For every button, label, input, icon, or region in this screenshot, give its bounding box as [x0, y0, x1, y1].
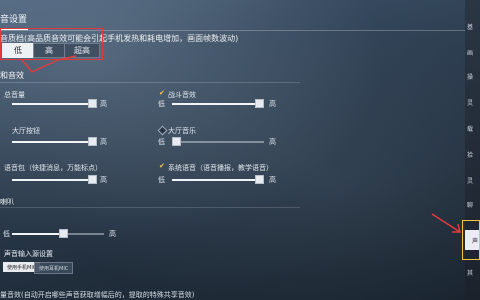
mic-option-headset[interactable]: 使用耳机MIC	[34, 262, 74, 274]
right-nav-item-0[interactable]: 基	[467, 22, 473, 31]
slider-5-knob[interactable]	[255, 175, 264, 184]
slider-0-label: 总音量	[4, 91, 25, 99]
slider-1-low-label: 低	[158, 100, 165, 108]
speaker-slider-knob[interactable]	[58, 229, 68, 238]
right-nav-item-7[interactable]: 聊	[467, 200, 473, 209]
mic-source-title: 声音输入源设置	[4, 250, 53, 258]
right-nav-item-9[interactable]: 其	[467, 268, 473, 277]
slider-4-track[interactable]	[12, 175, 97, 184]
slider-0-track[interactable]	[12, 99, 97, 108]
tab-sound-settings[interactable]: 音设置	[0, 8, 28, 30]
right-nav-item-3[interactable]: 灵	[467, 98, 473, 107]
speaker-high-label: 高	[109, 230, 116, 238]
slider-2-knob[interactable]	[88, 137, 97, 146]
speaker-divider	[0, 207, 300, 208]
speaker-section-title: 喇叭	[0, 198, 14, 206]
top-divider	[0, 30, 465, 31]
speaker-slider[interactable]	[12, 229, 104, 238]
slider-3-high-label: 高	[269, 138, 276, 146]
red-arrow-right-icon	[431, 213, 461, 233]
slider-1-label: 战斗音效	[168, 91, 196, 99]
right-nav-item-6[interactable]: 灵	[467, 176, 473, 185]
sound-section-title: 和音效	[0, 71, 24, 80]
slider-5-low-label: 低	[158, 176, 165, 184]
bottom-option-text: 量音效(自动开启哪些声音获取增幅后的，提取的特殊共享音效)	[0, 291, 195, 299]
slider-5-high-label: 高	[269, 176, 276, 184]
slider-1-high-label: 高	[269, 100, 276, 108]
right-nav-item-2[interactable]: 操	[467, 72, 473, 81]
speaker-slider-fill	[12, 233, 63, 235]
slider-5-check-icon[interactable]: ✔	[159, 163, 166, 170]
slider-3-knob[interactable]	[172, 137, 182, 146]
slider-3-low-label: 低	[158, 138, 165, 146]
slider-5-track[interactable]	[172, 175, 264, 184]
slider-5-label: 系统语音（语音播报，教学语音）	[168, 164, 273, 172]
slider-0-fill	[12, 103, 97, 105]
slider-1-knob[interactable]	[255, 99, 264, 108]
slider-4-knob[interactable]	[88, 175, 97, 184]
right-nav-item-1[interactable]: 画	[467, 48, 473, 57]
slider-1-fill	[172, 103, 264, 105]
slider-0-high-label: 高	[100, 100, 107, 108]
slider-4-fill	[12, 179, 97, 181]
slider-4-high-label: 高	[100, 176, 107, 184]
slider-0-knob[interactable]	[88, 99, 97, 108]
slider-1-check-icon[interactable]: ✔	[159, 90, 166, 97]
slider-2-fill	[12, 141, 97, 143]
right-nav-item-4[interactable]: 载	[467, 124, 473, 133]
right-nav-item-5[interactable]: 拾	[467, 150, 473, 159]
slider-3-track[interactable]	[172, 137, 264, 146]
slider-5-fill	[172, 179, 264, 181]
slider-3-label: 大厅音乐	[168, 127, 196, 135]
slider-2-track[interactable]	[12, 137, 97, 146]
speaker-low-label: 低	[3, 230, 10, 238]
slider-2-high-label: 高	[100, 138, 107, 146]
red-arrow-icon	[21, 55, 77, 73]
slider-2-label: 大厅按钮	[12, 127, 40, 135]
sound-divider	[0, 82, 300, 83]
slider-1-track[interactable]	[172, 99, 264, 108]
slider-4-label: 语音包（快捷消息，万能标点）	[4, 164, 102, 172]
